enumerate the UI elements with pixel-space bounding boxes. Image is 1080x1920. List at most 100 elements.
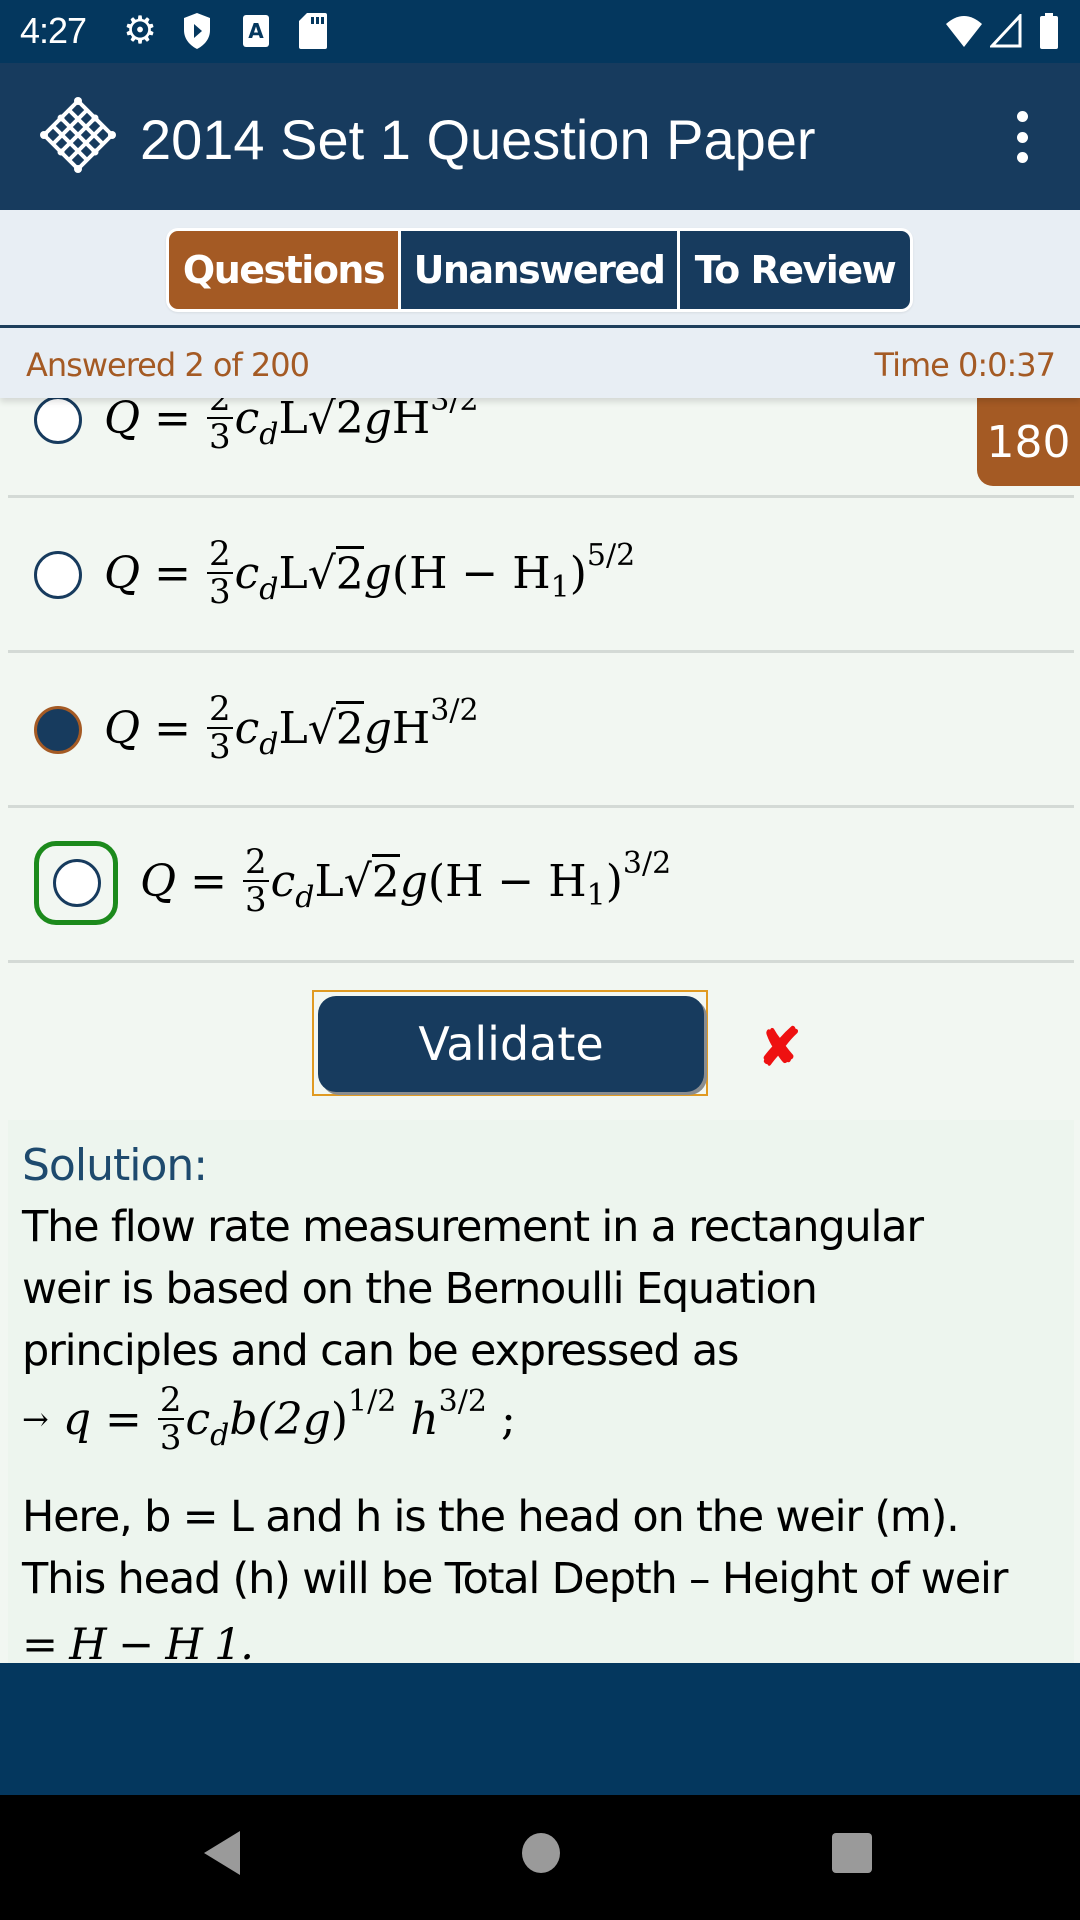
system-nav-bar [0, 1795, 1080, 1920]
bottom-banner [0, 1663, 1080, 1795]
recents-square-icon[interactable] [832, 1833, 872, 1873]
tab-group: Questions Unanswered To Review [166, 228, 913, 312]
formula-part: Q [104, 702, 141, 754]
formula-part: c [234, 702, 260, 754]
app-bar: 2014 Set 1 Question Paper [0, 63, 1080, 210]
radio-button[interactable] [34, 551, 82, 599]
sd-card-icon [298, 12, 328, 50]
formula-part: Q [104, 547, 141, 599]
option-formula: Q = 23 cd L√ 2 g (H − H 1) 5/2 [104, 536, 635, 610]
option-formula: Q = 23 cd L√ 2 g H 3/2 [104, 691, 479, 765]
formula-part: q [62, 1393, 91, 1445]
formula-part: g [399, 855, 428, 907]
radio-button[interactable] [34, 398, 82, 444]
formula-part: 2 [335, 398, 364, 444]
formula-part: L√ [278, 547, 336, 599]
validate-button[interactable]: Validate [318, 996, 704, 1092]
solution-line: weir is based on the Bernoulli Equation [22, 1264, 818, 1314]
option-formula: Q = 23 cd L√ 2 g H 3/2 [104, 398, 479, 455]
option-formula: Q = 23 cd L√ 2 g (H − H 1) 3/2 [140, 844, 671, 918]
answered-count: Answered 2 of 200 [26, 346, 310, 384]
solution-line: Here, b = L and h is the head on the wei… [22, 1492, 960, 1542]
solution-title: Solution: [22, 1140, 208, 1191]
subscript: 1 [586, 877, 606, 913]
wifi-icon [942, 12, 986, 50]
formula-part: (H − H [427, 855, 587, 907]
formula-part: Q [104, 398, 141, 444]
formula-part: = [154, 702, 191, 754]
superscript: 5/2 [586, 537, 636, 573]
fraction: 23 [206, 536, 233, 612]
question-number-badge: 180 [977, 398, 1080, 486]
tab-to-review[interactable]: To Review [680, 231, 910, 309]
solution-line: This head (h) will be Total Depth – Heig… [22, 1554, 1008, 1604]
formula-part: (H − H [391, 547, 551, 599]
option-d[interactable]: Q = 23 cd L√ 2 g (H − H 1) 3/2 [8, 808, 1074, 963]
formula-part: = [104, 1393, 142, 1445]
superscript: 3/2 [438, 1383, 487, 1419]
svg-text:A: A [248, 19, 264, 43]
fraction: 23 [242, 844, 269, 918]
tab-questions[interactable]: Questions [169, 231, 398, 309]
formula-part: ) [605, 855, 623, 907]
question-content[interactable]: 180 Q = 23 cd L√ 2 g H 3/2 Q = 23 cd L√ 2 g (H … [0, 398, 1080, 1663]
formula-part: h [410, 1393, 439, 1445]
subscript: 1 [550, 569, 570, 605]
formula-part: ; [500, 1393, 516, 1445]
denominator: 3 [208, 572, 231, 612]
radio-button[interactable] [53, 859, 101, 907]
solution-line: = H − H 1. [22, 1620, 254, 1663]
fraction: 23 [206, 689, 233, 767]
option-a[interactable]: Q = 23 cd L√ 2 g H 3/2 [8, 398, 1074, 498]
superscript: 1/2 [348, 1383, 397, 1419]
subscript: d [259, 416, 279, 452]
option-c[interactable]: Q = 23 cd L√ 2 g H 3/2 [8, 653, 1074, 808]
formula-part: 2 [371, 854, 400, 908]
formula-part: L√ [314, 855, 372, 907]
tab-unanswered[interactable]: Unanswered [401, 231, 677, 309]
denominator: 3 [208, 417, 231, 457]
numerator: 2 [206, 398, 233, 419]
formula-part: c [185, 1393, 211, 1445]
back-triangle-icon[interactable] [204, 1831, 240, 1875]
lattice-logo-icon [40, 97, 116, 173]
tab-area: Questions Unanswered To Review [0, 210, 1080, 325]
wrong-cross-icon: ✘ [758, 1019, 802, 1077]
more-vert-icon[interactable] [1010, 111, 1034, 163]
formula-part: ) [330, 1393, 349, 1445]
radio-button-selected[interactable] [34, 706, 82, 754]
solution-line: The flow rate measurement in a rectangul… [22, 1202, 924, 1252]
solution-panel: Solution: The flow rate measurement in a… [8, 1120, 1074, 1663]
formula-part: b(2 [229, 1393, 303, 1445]
a-card-icon: A [242, 12, 270, 50]
formula-part: 2 [335, 546, 364, 600]
formula-part: g [363, 547, 392, 599]
option-b[interactable]: Q = 23 cd L√ 2 g (H − H 1) 5/2 [8, 498, 1074, 653]
formula-part: Q [140, 855, 177, 907]
fraction: 23 [157, 1380, 184, 1458]
home-circle-icon[interactable] [522, 1833, 560, 1873]
signal-icon [990, 12, 1022, 50]
superscript: 3/2 [622, 845, 672, 881]
fraction: 23 [206, 398, 233, 457]
denominator: 3 [159, 1418, 182, 1458]
formula-part: g [363, 398, 392, 444]
formula-part: L√ [278, 398, 336, 444]
formula-part: c [234, 398, 260, 444]
battery-icon [1038, 12, 1060, 50]
numerator: 2 [157, 1380, 184, 1420]
subscript: d [259, 726, 279, 762]
numerator: 2 [206, 689, 233, 729]
denominator: 3 [208, 727, 231, 767]
formula-part: g [363, 702, 392, 754]
validate-focus-frame: Validate [312, 990, 708, 1096]
formula-part: c [270, 855, 296, 907]
formula-part: 2 [335, 701, 364, 755]
subscript: d [210, 1417, 230, 1453]
formula-part: = [154, 547, 191, 599]
superscript: 3/2 [430, 692, 479, 728]
formula-part: = [190, 855, 227, 907]
solution-formula: → q = 23 cd b(2 g) 1/2 h 3/2 ; [22, 1382, 516, 1456]
formula-part: = [154, 398, 191, 444]
formula-part: g [302, 1393, 331, 1445]
